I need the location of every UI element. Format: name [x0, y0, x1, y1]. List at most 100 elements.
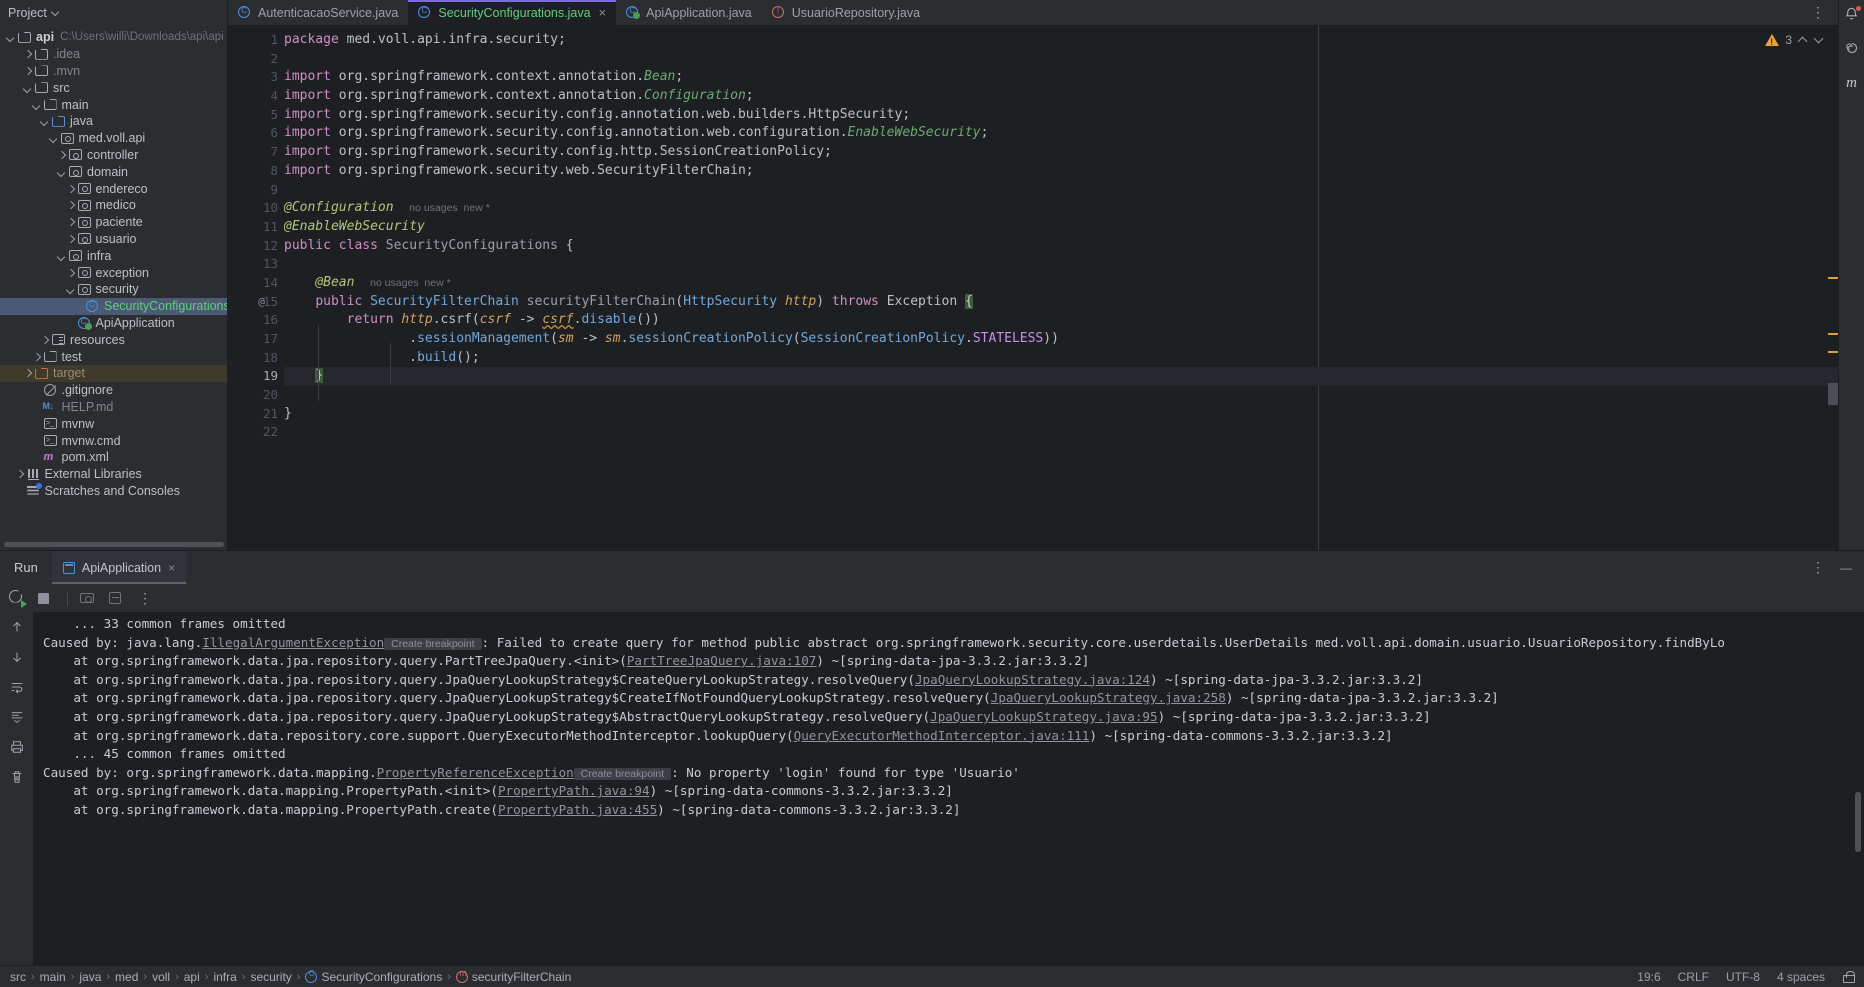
chevron-right-icon[interactable]	[64, 216, 77, 229]
chevron-right-icon[interactable]	[64, 232, 77, 245]
chevron-down-icon[interactable]	[55, 249, 68, 262]
line-number[interactable]: 4	[228, 87, 284, 106]
breadcrumb[interactable]: src › main › java › med › voll › api › infra › securit…	[10, 968, 571, 984]
code-line[interactable]	[284, 50, 1838, 69]
sidebar-item-usuario[interactable]: usuario	[0, 231, 227, 248]
chevron-down-icon[interactable]	[47, 132, 60, 145]
chevron-right-icon[interactable]	[64, 182, 77, 195]
console-line[interactable]: at org.springframework.data.mapping.Prop…	[43, 801, 1864, 820]
console-line[interactable]: ... 45 common frames omitted	[43, 745, 1864, 764]
code-line[interactable]: }	[284, 405, 1838, 424]
tree-node-root[interactable]: api C:\Users\willi\Downloads\api\api	[0, 29, 227, 46]
line-number[interactable]: 1	[228, 31, 284, 50]
line-number[interactable]: 11	[228, 218, 284, 237]
arrow-down-icon[interactable]	[9, 650, 25, 666]
sidebar-item-endereco[interactable]: endereco	[0, 180, 227, 197]
sidebar-item-securityconfigurations[interactable]: SecurityConfigurations	[0, 297, 227, 315]
code-line[interactable]: import org.springframework.context.annot…	[284, 87, 1838, 106]
line-number[interactable]: 6	[228, 124, 284, 143]
sidebar-item-help-md[interactable]: M↓ HELP.md	[0, 399, 227, 416]
editor-code[interactable]: package med.voll.api.infra.security; impo…	[284, 25, 1838, 550]
stacktrace-link[interactable]: PartTreeJpaQuery.java:107	[627, 653, 817, 668]
stacktrace-link[interactable]: IllegalArgumentException	[202, 635, 384, 650]
line-separator[interactable]: CRLF	[1678, 970, 1709, 984]
code-line[interactable]: @Configuration no usages new *	[284, 199, 1838, 218]
line-number[interactable]: 7	[228, 143, 284, 162]
line-number[interactable]: 8	[228, 162, 284, 181]
code-line[interactable]	[284, 423, 1838, 442]
breadcrumb-item-security[interactable]: security	[250, 970, 291, 984]
editor-tab-options-icon[interactable]: ⋮	[1799, 0, 1838, 25]
bean-gutter-icon[interactable]: @	[255, 295, 268, 308]
breadcrumb-item-securityfilterchain[interactable]: securityFilterChain	[455, 968, 571, 984]
previous-problem-icon[interactable]	[1798, 35, 1808, 45]
camera-icon[interactable]	[80, 590, 97, 607]
breadcrumb-item-java[interactable]: java	[79, 970, 101, 984]
code-line[interactable]: import org.springframework.context.annot…	[284, 68, 1838, 87]
indent-setting[interactable]: 4 spaces	[1777, 970, 1825, 984]
code-line[interactable]: }	[284, 367, 1838, 387]
chevron-down-icon[interactable]	[4, 31, 17, 44]
chevron-right-icon[interactable]	[64, 199, 77, 212]
breadcrumb-item-api[interactable]: api	[184, 970, 200, 984]
create-breakpoint-button[interactable]: Create breakpoint	[384, 637, 482, 650]
console-line[interactable]: Caused by: org.springframework.data.mapp…	[43, 764, 1864, 783]
breadcrumb-item-infra[interactable]: infra	[213, 970, 236, 984]
chevron-right-icon[interactable]	[21, 367, 34, 380]
line-number[interactable]: 12	[228, 237, 284, 256]
next-problem-icon[interactable]	[1814, 35, 1824, 45]
stacktrace-link[interactable]: PropertyReferenceException	[377, 765, 574, 780]
stacktrace-link[interactable]: PropertyPath.java:94	[498, 783, 650, 798]
code-line[interactable]: public class SecurityConfigurations {	[284, 237, 1838, 256]
code-line[interactable]: @Bean no usages new *	[284, 274, 1838, 293]
file-encoding[interactable]: UTF-8	[1726, 970, 1760, 984]
breadcrumb-item-med[interactable]: med	[115, 970, 138, 984]
sidebar-item-resources[interactable]: resources	[0, 331, 227, 348]
code-line[interactable]: import org.springframework.security.web.…	[284, 162, 1838, 181]
code-line[interactable]: @EnableWebSecurity	[284, 218, 1838, 237]
editor-tab-usuariorepository-java[interactable]: UsuarioRepository.java	[762, 0, 930, 25]
line-number[interactable]: 14	[228, 274, 284, 293]
more-options-icon[interactable]: ⋮	[138, 590, 153, 607]
code-line[interactable]: import org.springframework.security.conf…	[284, 143, 1838, 162]
chevron-down-icon[interactable]	[30, 98, 43, 111]
sidebar-item-domain[interactable]: domain	[0, 163, 227, 180]
notifications-icon[interactable]	[1843, 6, 1861, 24]
sidebar-item-controller[interactable]: controller	[0, 147, 227, 164]
console-line[interactable]: Caused by: java.lang.IllegalArgumentExce…	[43, 634, 1864, 653]
console-scrollbar-thumb[interactable]	[1855, 792, 1861, 852]
sidebar-item-pom-xml[interactable]: m pom.xml	[0, 449, 227, 466]
breadcrumb-item-main[interactable]: main	[40, 970, 66, 984]
chevron-right-icon[interactable]	[55, 148, 68, 161]
run-options-icon[interactable]: ⋮	[1811, 559, 1826, 576]
console-line[interactable]: at org.springframework.data.jpa.reposito…	[43, 671, 1864, 690]
code-line[interactable]: .sessionManagement(sm -> sm.sessionCreat…	[284, 330, 1838, 349]
export-icon[interactable]	[109, 590, 126, 607]
close-icon[interactable]: ×	[599, 5, 607, 20]
arrow-up-icon[interactable]	[9, 620, 25, 636]
sidebar-item-scratches-and-consoles[interactable]: Scratches and Consoles	[0, 483, 227, 500]
line-number[interactable]: 16	[228, 311, 284, 330]
console-line[interactable]: ... 33 common frames omitted	[43, 615, 1864, 634]
sidebar-item-med-voll-api[interactable]: med.voll.api	[0, 130, 227, 147]
console-line[interactable]: at org.springframework.data.jpa.reposito…	[43, 652, 1864, 671]
scrollbar-warning-marker[interactable]	[1828, 351, 1838, 353]
line-number[interactable]: 17	[228, 330, 284, 349]
sidebar-item-external-libraries[interactable]: External Libraries	[0, 466, 227, 483]
line-number[interactable]: 21	[228, 405, 284, 424]
line-number[interactable]: 20	[228, 386, 284, 405]
stacktrace-link[interactable]: PropertyPath.java:455	[498, 802, 657, 817]
close-icon[interactable]: ×	[168, 561, 175, 575]
breadcrumb-item-voll[interactable]: voll	[152, 970, 170, 984]
chevron-down-icon[interactable]	[38, 115, 51, 128]
breadcrumb-item-src[interactable]: src	[10, 970, 26, 984]
line-number[interactable]: 2	[228, 50, 284, 69]
console-line[interactable]: at org.springframework.data.jpa.reposito…	[43, 689, 1864, 708]
code-line[interactable]	[284, 181, 1838, 200]
scroll-to-end-icon[interactable]	[9, 710, 25, 726]
stacktrace-link[interactable]: JpaQueryLookupStrategy.java:124	[915, 672, 1150, 687]
console-line[interactable]: at org.springframework.data.jpa.reposito…	[43, 708, 1864, 727]
scrollbar-warning-marker[interactable]	[1828, 333, 1838, 335]
sidebar-item-paciente[interactable]: paciente	[0, 214, 227, 231]
chevron-right-icon[interactable]	[21, 64, 34, 77]
